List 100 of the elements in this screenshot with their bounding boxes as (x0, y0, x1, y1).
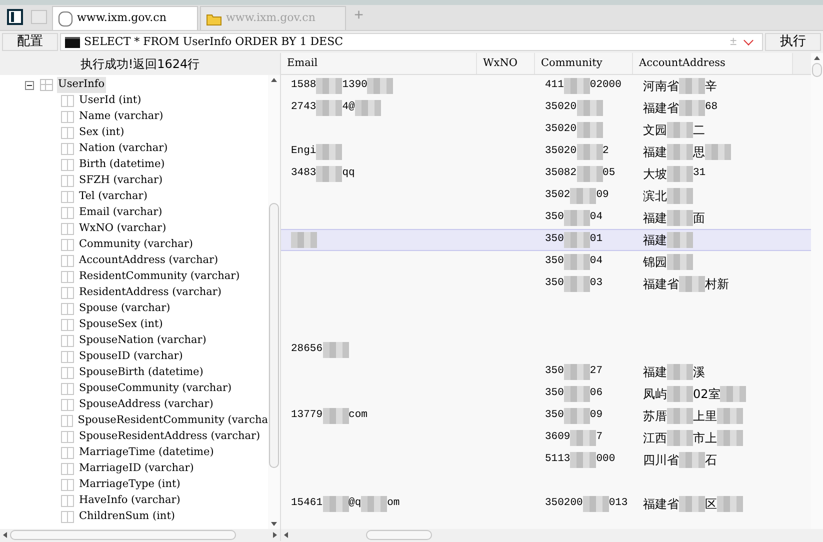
tree-item[interactable]: Sex (int) (79, 125, 124, 141)
scroll-thumb[interactable] (10, 530, 236, 540)
cell-text: 市上 (693, 430, 717, 447)
collapse-toggle-icon[interactable] (25, 80, 34, 90)
tab[interactable]: www.ixm.gov.cn (52, 6, 198, 30)
cell-text: 区 (705, 496, 717, 513)
column-header[interactable]: Community (535, 53, 633, 74)
cell-text: 01 (590, 232, 603, 248)
cell-text: 350 (545, 254, 564, 270)
column-icon (61, 239, 74, 251)
tree-item[interactable]: MarriageType (int) (79, 477, 180, 493)
cell-text: 4@ (342, 100, 355, 116)
tree-item[interactable]: Nation (varchar) (79, 141, 168, 157)
tree-item[interactable]: MarriageTime (datetime) (79, 445, 214, 461)
cell-text: 06 (590, 386, 603, 402)
tree-item[interactable]: HaveInfo (varchar) (79, 493, 180, 509)
column-icon (61, 447, 74, 459)
cell-text: 2 (602, 144, 609, 160)
cell-text: 04 (590, 254, 603, 270)
cell-text: 15461 (291, 496, 323, 512)
tree-item[interactable]: ResidentCommunity (varchar) (79, 269, 240, 285)
scroll-up-icon[interactable] (271, 78, 277, 82)
cell-text: 福建省 (643, 276, 679, 293)
tree-item[interactable]: WxNO (varchar) (79, 221, 166, 237)
config-button[interactable]: 配置 (2, 33, 58, 51)
column-header[interactable]: WxNO (477, 53, 535, 74)
tree-item[interactable]: UserInfo (57, 77, 106, 93)
redaction-mosaic (322, 408, 349, 424)
cell-text: 村新 (705, 276, 729, 293)
query-field[interactable]: SELECT * FROM UserInfo ORDER BY 1 DESC ± (60, 33, 763, 51)
tree-item[interactable]: SpouseID (varchar) (79, 349, 183, 365)
tree-item[interactable]: SpouseCommunity (varchar) (79, 381, 232, 397)
scroll-thumb[interactable] (812, 63, 822, 77)
tree-item[interactable]: SpouseBirth (datetime) (79, 365, 204, 381)
cell-text: 石 (705, 452, 717, 469)
redaction-mosaic (667, 408, 693, 424)
cell-text: 江西 (643, 430, 667, 447)
tree-item[interactable]: SpouseResidentCommunity (varcha (78, 413, 268, 429)
tree-item[interactable]: Email (varchar) (79, 205, 162, 221)
cell-text: 四川省 (643, 452, 679, 469)
tree-item[interactable]: SpouseResidentAddress (varchar) (79, 429, 260, 445)
tree-item[interactable]: Community (varchar) (79, 237, 193, 253)
sidebar-toggle-button[interactable] (4, 6, 26, 28)
horizontal-scrollbar[interactable] (0, 529, 280, 541)
cell-text: 05 (602, 166, 616, 182)
column-icon (61, 223, 74, 235)
scroll-right-icon[interactable] (273, 532, 277, 538)
tree-item[interactable]: AccountAddress (varchar) (79, 253, 218, 269)
tree-item[interactable]: Birth (datetime) (79, 157, 165, 173)
column-icon (61, 399, 74, 411)
redaction-mosaic (354, 100, 381, 116)
redaction-mosaic (667, 122, 693, 138)
scroll-thumb[interactable] (366, 530, 432, 540)
cell-text: qq (342, 166, 355, 182)
tree-item[interactable]: MarriageID (varchar) (79, 461, 194, 477)
cell-text: 350200 (545, 496, 583, 512)
tree-item[interactable]: SpouseSex (int) (79, 317, 163, 333)
cell-text: 5113 (545, 452, 570, 468)
tree-item[interactable]: Tel (varchar) (79, 189, 148, 205)
cell-text: 福建省 (643, 100, 679, 117)
tree-item[interactable]: Spouse (varchar) (79, 301, 170, 317)
cell-text: 350 (545, 364, 564, 380)
redaction-mosaic (667, 364, 693, 380)
scroll-left-icon[interactable] (284, 532, 288, 538)
redaction-mosaic (679, 496, 705, 512)
redaction-mosaic (316, 78, 342, 94)
column-icon (61, 415, 73, 427)
column-header[interactable]: AccountAddress (633, 53, 793, 74)
column-icon (61, 479, 74, 491)
cell-text: om (387, 496, 400, 512)
redaction-mosaic (576, 100, 603, 116)
tree-item[interactable]: SpouseAddress (varchar) (79, 397, 214, 413)
selected-row[interactable]: 350 01 福建 (281, 229, 811, 251)
scroll-thumb[interactable] (269, 203, 279, 468)
cell-text: 35020 (545, 122, 577, 138)
redaction-mosaic (291, 232, 317, 248)
tree-item[interactable]: Name (varchar) (79, 109, 164, 125)
redaction-mosaic (564, 386, 590, 402)
cell-text: 35082 (545, 166, 577, 182)
column-icon (61, 511, 74, 523)
run-button[interactable]: 执行 (765, 33, 821, 51)
redaction-mosaic (316, 100, 342, 116)
horizontal-scrollbar[interactable] (281, 529, 823, 541)
cell-text: 锦园 (643, 254, 667, 271)
cell-text: 文园 (643, 122, 667, 139)
cell-text: 思 (693, 144, 705, 161)
cell-text: 35020 (545, 144, 577, 160)
redaction-mosaic (570, 430, 596, 446)
tree-item[interactable]: SFZH (varchar) (79, 173, 163, 189)
tree-item[interactable]: ChildrenSum (int) (79, 509, 176, 525)
tree-item[interactable]: SpouseNation (varchar) (79, 333, 206, 349)
vertical-scrollbar[interactable] (268, 75, 280, 529)
cell-text: 上里 (693, 408, 717, 425)
tree-item[interactable]: UserId (int) (79, 93, 142, 109)
column-header[interactable]: Email (281, 53, 477, 74)
redaction-mosaic (576, 144, 603, 160)
cell-text: 013 (608, 496, 628, 512)
tree-item[interactable]: ResidentAddress (varchar) (79, 285, 222, 301)
column-icon (61, 255, 74, 267)
column-icon (61, 335, 74, 347)
